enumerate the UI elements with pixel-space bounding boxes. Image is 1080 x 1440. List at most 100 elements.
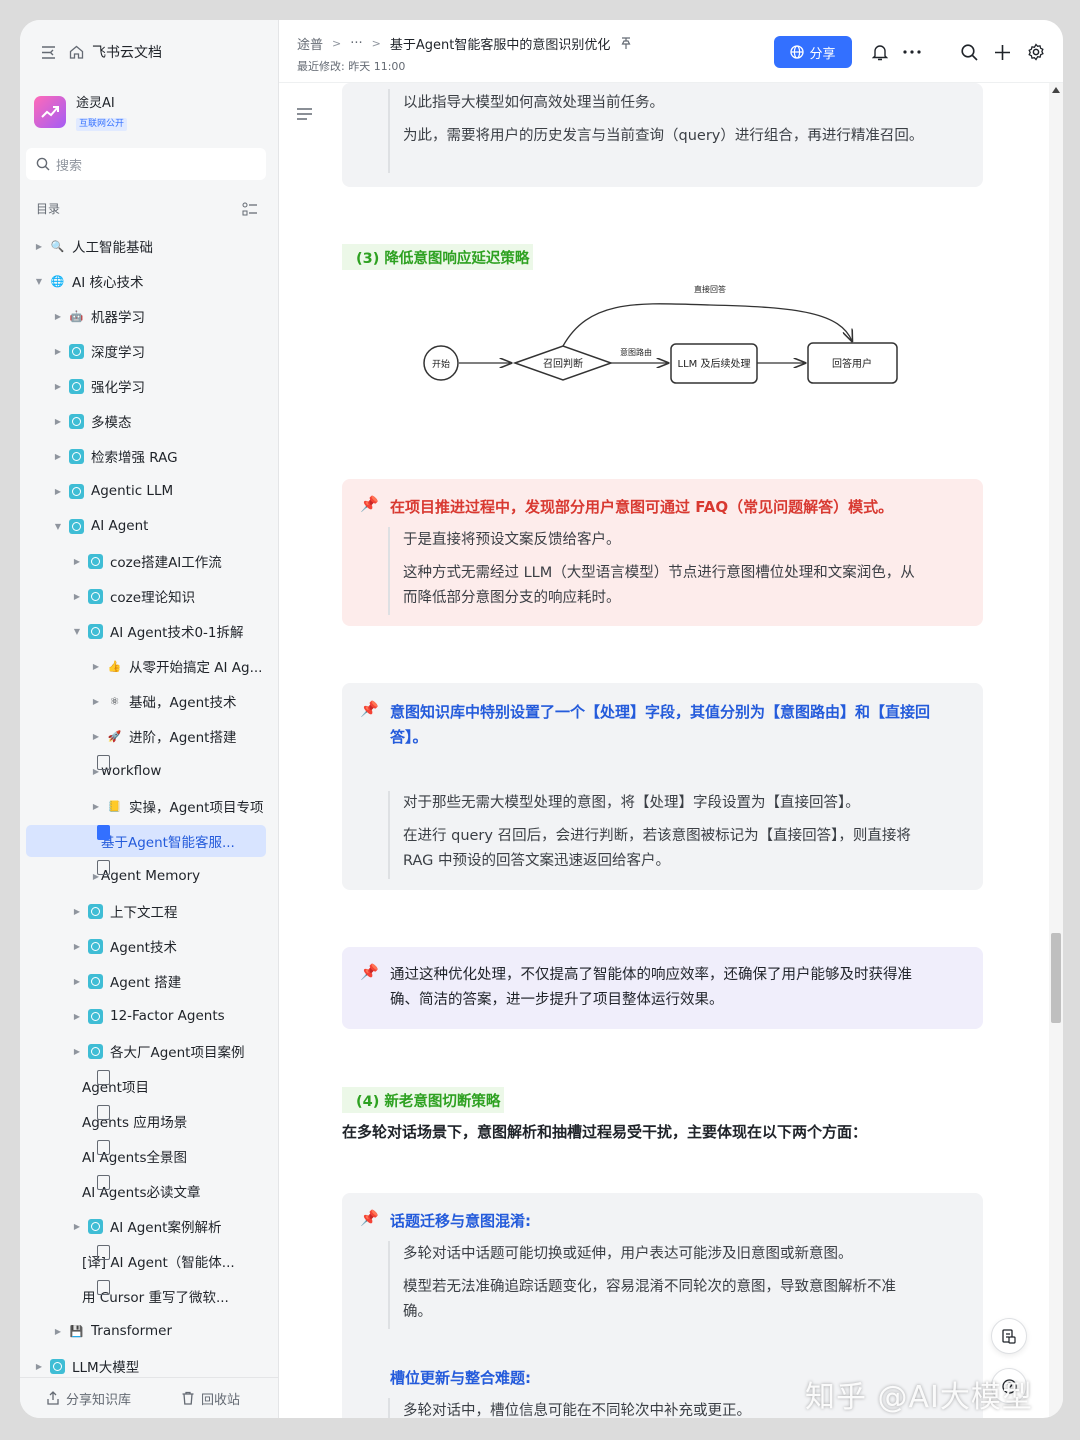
- caret-right-icon[interactable]: ▶: [53, 417, 63, 426]
- pushpin-icon: 📌: [360, 495, 379, 513]
- app-name[interactable]: 飞书云文档: [92, 42, 162, 62]
- caret-down-icon[interactable]: ▼: [34, 277, 44, 286]
- search-icon[interactable]: [959, 42, 979, 62]
- caret-right-icon[interactable]: ▶: [53, 382, 63, 391]
- tree-item[interactable]: ▼ AI Agent技术0-1拆解: [26, 615, 266, 647]
- caret-right-icon[interactable]: ▶: [72, 1222, 82, 1231]
- caret-right-icon[interactable]: ▶: [53, 312, 63, 321]
- bell-icon[interactable]: [870, 42, 890, 62]
- callout-text: 以此指导大模型如何高效处理当前任务。: [403, 95, 664, 111]
- caret-right-icon[interactable]: ▶: [34, 1362, 44, 1371]
- tree-item[interactable]: ▶ 各大厂Agent项目案例: [26, 1035, 266, 1067]
- caret-down-icon[interactable]: ▼: [72, 627, 82, 636]
- caret-right-icon[interactable]: ▶: [72, 977, 82, 986]
- caret-right-icon[interactable]: ▶: [72, 1047, 82, 1056]
- caret-right-icon[interactable]: ▶: [53, 347, 63, 356]
- tree-item[interactable]: ▼ AI Agent: [26, 510, 266, 542]
- callout-subtitle: 槽位更新与整合难题:: [390, 1369, 531, 1387]
- caret-right-icon[interactable]: ▶: [72, 1012, 82, 1021]
- tree-item[interactable]: ▶ coze搭建AI工作流: [26, 545, 266, 577]
- tree-item[interactable]: [译] AI Agent（智能体...: [26, 1245, 266, 1277]
- workspace-header[interactable]: 途灵AI 互联网公开: [34, 92, 128, 131]
- tree-item[interactable]: ▶ 🔍 人工智能基础: [26, 230, 266, 262]
- floating-doc-button[interactable]: [991, 1318, 1027, 1354]
- tree-item[interactable]: Agents 应用场景: [26, 1105, 266, 1137]
- search-input[interactable]: 搜索: [26, 148, 266, 180]
- tree-item[interactable]: ▶ coze理论知识: [26, 580, 266, 612]
- tree-item[interactable]: 基于Agent智能客服...: [26, 825, 266, 857]
- outline-icon[interactable]: [297, 105, 312, 124]
- callout-title: 答】。: [390, 728, 428, 746]
- pin-icon[interactable]: [620, 37, 632, 50]
- tree-item[interactable]: ▶ 📒 实操，Agent项目专项: [26, 790, 266, 822]
- breadcrumb-root[interactable]: 途普: [297, 34, 323, 53]
- more-icon[interactable]: [902, 42, 922, 62]
- caret-right-icon[interactable]: ▶: [53, 487, 63, 496]
- tree-item[interactable]: ▶ 👍 从零开始搞定 AI Ag...: [26, 650, 266, 682]
- tree-item[interactable]: ▶ AI Agent案例解析: [26, 1210, 266, 1242]
- tree-item-label: AI 核心技术: [72, 275, 144, 291]
- tree-item-label: workflow: [101, 763, 162, 779]
- scroll-up-icon[interactable]: [1052, 87, 1060, 93]
- tree-item[interactable]: AI Agents必读文章: [26, 1175, 266, 1207]
- tree-item[interactable]: ▶ 检索增强 RAG: [26, 440, 266, 472]
- caret-right-icon[interactable]: ▶: [53, 452, 63, 461]
- tree-item[interactable]: ▼ 🌐 AI 核心技术: [26, 265, 266, 297]
- caret-right-icon[interactable]: ▶: [91, 697, 101, 706]
- tree-item-label: 实操，Agent项目专项: [129, 800, 264, 816]
- tree-item[interactable]: ▶ 强化学习: [26, 370, 266, 402]
- search-icon: [36, 157, 50, 171]
- table-doc-icon: [97, 1070, 110, 1085]
- caret-right-icon[interactable]: ▶: [53, 1327, 63, 1336]
- breadcrumb-ellipsis[interactable]: ···: [350, 36, 362, 51]
- caret-down-icon[interactable]: ▼: [53, 522, 63, 531]
- home-icon[interactable]: [68, 44, 84, 60]
- caret-right-icon[interactable]: ▶: [91, 662, 101, 671]
- breadcrumb-current[interactable]: 基于Agent智能客服中的意图识别优化: [390, 34, 610, 53]
- wiki-node-icon: [69, 378, 84, 394]
- tree-item[interactable]: ▶ Agent技术: [26, 930, 266, 962]
- tree-item[interactable]: ▶ workflow: [26, 755, 266, 787]
- tree-item[interactable]: 用 Cursor 重写了微软...: [26, 1280, 266, 1312]
- wiki-node-icon: [69, 483, 84, 499]
- tree-item[interactable]: ▶ 12-Factor Agents: [26, 1000, 266, 1032]
- caret-right-icon[interactable]: ▶: [91, 732, 101, 741]
- toc-settings-icon[interactable]: [242, 202, 258, 216]
- trash-button[interactable]: 回收站: [181, 1389, 240, 1408]
- tree-item[interactable]: AI Agents全景图: [26, 1140, 266, 1172]
- tree-item[interactable]: ▶ Agent Memory: [26, 860, 266, 892]
- scrollbar[interactable]: [1049, 83, 1063, 1418]
- globe-icon: [790, 45, 805, 59]
- collapse-sidebar-icon[interactable]: [40, 44, 56, 60]
- tree-item[interactable]: ▶ Agent 搭建: [26, 965, 266, 997]
- caret-right-icon[interactable]: ▶: [34, 242, 44, 251]
- tree-item[interactable]: ▶ 💾 Transformer: [26, 1315, 266, 1347]
- caret-right-icon[interactable]: ▶: [72, 907, 82, 916]
- plus-icon[interactable]: [992, 42, 1012, 62]
- tree-item[interactable]: ▶ ⚛ 基础，Agent技术: [26, 685, 266, 717]
- share-button[interactable]: 分享: [774, 36, 852, 68]
- caret-right-icon[interactable]: ▶: [72, 592, 82, 601]
- caret-right-icon[interactable]: ▶: [91, 802, 101, 811]
- tree-item[interactable]: ▶ 深度学习: [26, 335, 266, 367]
- tree-item-label: 强化学习: [91, 380, 145, 396]
- sidebar-footer: 分享知识库 回收站: [20, 1377, 278, 1418]
- tree-item[interactable]: ▶ 🤖 机器学习: [26, 300, 266, 332]
- share-knowledge-base-button[interactable]: 分享知识库: [46, 1389, 131, 1408]
- folder-icon: 📒: [107, 799, 122, 813]
- tree-item[interactable]: Agent项目: [26, 1070, 266, 1102]
- globe-icon: 🌐: [50, 274, 65, 288]
- tree-item[interactable]: ▶ Agentic LLM: [26, 475, 266, 507]
- scroll-thumb[interactable]: [1051, 933, 1061, 1023]
- wiki-node-icon: [69, 448, 84, 464]
- tree-item[interactable]: ▶ 上下文工程: [26, 895, 266, 927]
- callout-knowledge-field: 📌 意图知识库中特别设置了一个【处理】字段，其值分别为【意图路由】和【直接回 答…: [342, 683, 983, 890]
- tree-item[interactable]: ▶ 多模态: [26, 405, 266, 437]
- caret-right-icon[interactable]: ▶: [72, 557, 82, 566]
- caret-right-icon[interactable]: ▶: [72, 942, 82, 951]
- gear-icon[interactable]: [1026, 42, 1046, 62]
- doc-icon: [97, 1280, 110, 1295]
- tree-item[interactable]: ▶ 🚀 进阶，Agent搭建: [26, 720, 266, 752]
- save-icon: 💾: [69, 1324, 84, 1338]
- quote-bar: [388, 89, 390, 173]
